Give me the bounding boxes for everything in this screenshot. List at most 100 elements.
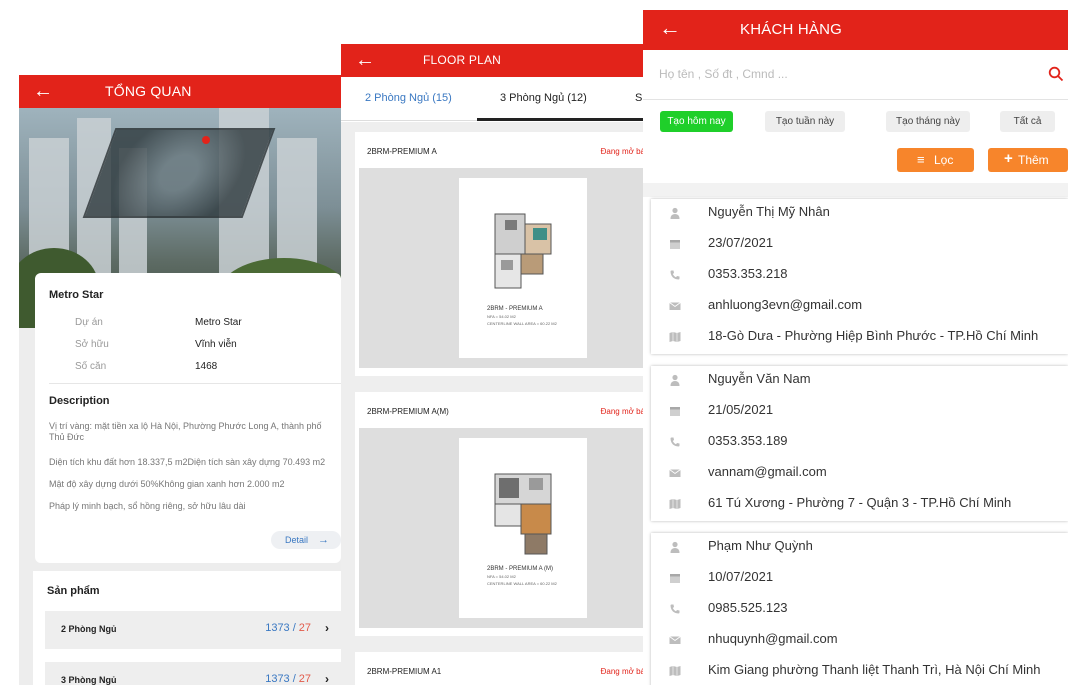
filter-chip-week[interactable]: Tạo tuần này bbox=[765, 111, 845, 132]
overview-appbar: ← TỔNG QUAN bbox=[19, 75, 341, 108]
calendar-icon bbox=[670, 574, 680, 583]
product-row[interactable]: 3 Phòng Ngủ 1373/27 › bbox=[45, 662, 341, 685]
floor-plan-name: 2BRM-PREMIUM A1 bbox=[367, 667, 442, 676]
product-label: 3 Phòng Ngủ bbox=[61, 675, 117, 685]
product-row[interactable]: 2 Phòng Ngủ 1373/27 › bbox=[45, 611, 341, 649]
info-value: Vĩnh viễn bbox=[195, 339, 237, 350]
customers-screen: ← KHÁCH HÀNG Tạo hôm nay Tạo tuần này Tạ… bbox=[643, 10, 1068, 685]
products-title: Sản phẩm bbox=[47, 585, 100, 597]
calendar-icon bbox=[670, 240, 680, 249]
floor-plan-card[interactable]: 2BRM-PREMIUM A(M) Đang mở bá 2BRM - PREM… bbox=[355, 392, 643, 636]
mail-icon bbox=[669, 302, 681, 310]
info-label: Sở hữu bbox=[75, 339, 109, 350]
search-bar bbox=[643, 50, 1068, 100]
mail-icon bbox=[669, 469, 681, 477]
caption-sub: CENTERLINE WALL AREA = 60.22 M2 bbox=[487, 321, 557, 326]
back-arrow-icon[interactable]: ← bbox=[355, 48, 375, 72]
floor-plan-image: 2BRM - PREMIUM A (M) NFA = 54.02 M2 CENT… bbox=[359, 428, 643, 628]
tab-2-bedroom[interactable]: 2 Phòng Ngủ (15) bbox=[365, 92, 452, 104]
floor-plan-appbar: ← FLOOR PLAN bbox=[341, 44, 643, 77]
tab-studio[interactable]: S bbox=[635, 92, 642, 104]
caption-title: 2BRM - PREMIUM A bbox=[487, 306, 543, 312]
info-label: Dự án bbox=[75, 317, 103, 328]
bedroom-tabs: 2 Phòng Ngủ (15) 3 Phòng Ngủ (12) S bbox=[341, 77, 643, 121]
chevron-right-icon: › bbox=[325, 672, 329, 685]
floor-plan-screen: ← FLOOR PLAN 2 Phòng Ngủ (15) 3 Phòng Ng… bbox=[341, 44, 643, 685]
customer-phone: 0353.353.218 bbox=[708, 266, 788, 281]
back-arrow-icon[interactable]: ← bbox=[659, 16, 681, 40]
phone-icon bbox=[670, 604, 680, 614]
status-badge: Đang mở bá bbox=[600, 407, 643, 416]
customer-date: 21/05/2021 bbox=[708, 402, 774, 417]
product-label: 2 Phòng Ngủ bbox=[61, 624, 117, 634]
floor-plan-card[interactable]: 2BRM-PREMIUM A1 Đang mở bá bbox=[355, 652, 643, 685]
floor-plan-card[interactable]: 2BRM-PREMIUM A Đang mở bá 2BRM - PREMIUM… bbox=[355, 132, 643, 376]
customer-address: 61 Tú Xương - Phường 7 - Quận 3 - TP.Hồ … bbox=[708, 495, 1012, 510]
tab-3-bedroom[interactable]: 3 Phòng Ngủ (12) bbox=[500, 92, 587, 104]
filter-chip-month[interactable]: Tạo tháng này bbox=[886, 111, 970, 132]
product-count: 1373/27 bbox=[265, 673, 311, 685]
filter-button-label: Lọc bbox=[934, 153, 954, 167]
floor-plan-image: 2BRM - PREMIUM A NFA = 54.02 M2 CENTERLI… bbox=[359, 168, 643, 368]
page-title: KHÁCH HÀNG bbox=[740, 21, 843, 38]
customer-date: 10/07/2021 bbox=[708, 569, 774, 584]
customer-phone: 0985.525.123 bbox=[708, 600, 788, 615]
customer-address: 18-Gò Dưa - Phường Hiệp Bình Phước - TP.… bbox=[708, 328, 1039, 343]
products-section: Sản phẩm 2 Phòng Ngủ 1373/27 › 3 Phòng N… bbox=[33, 571, 341, 685]
page-title: TỔNG QUAN bbox=[105, 83, 192, 99]
map-icon bbox=[669, 666, 681, 676]
caption-title: 2BRM - PREMIUM A (M) bbox=[487, 566, 554, 572]
phone-icon bbox=[670, 270, 680, 280]
customer-name: Nguyễn Văn Nam bbox=[708, 371, 811, 386]
filter-icon: ≡ bbox=[917, 152, 925, 167]
floor-plan-list: 2BRM-PREMIUM A Đang mở bá 2BRM - PREMIUM… bbox=[341, 122, 643, 685]
calendar-icon bbox=[670, 407, 680, 416]
customer-date: 23/07/2021 bbox=[708, 235, 774, 250]
customer-phone: 0353.353.189 bbox=[708, 433, 788, 448]
page-title: FLOOR PLAN bbox=[423, 53, 502, 67]
detail-label: Detail bbox=[285, 535, 309, 545]
filter-chip-today[interactable]: Tạo hôm nay bbox=[660, 111, 733, 132]
customer-card[interactable]: Nguyễn Thị Mỹ Nhân 23/07/2021 0353.353.2… bbox=[651, 199, 1068, 354]
tab-indicator bbox=[477, 118, 643, 121]
filter-button[interactable]: ≡ Lọc bbox=[897, 148, 974, 172]
info-label: Số căn bbox=[75, 361, 107, 372]
search-icon[interactable] bbox=[1048, 66, 1064, 82]
back-arrow-icon[interactable]: ← bbox=[33, 79, 53, 103]
customer-address: Kim Giang phường Thanh liệt Thanh Trì, H… bbox=[708, 662, 1041, 677]
status-badge: Đang mở bá bbox=[600, 667, 643, 676]
add-button-label: Thêm bbox=[1018, 153, 1049, 167]
info-value: Metro Star bbox=[195, 317, 242, 328]
divider bbox=[643, 183, 1068, 197]
person-icon bbox=[670, 541, 680, 553]
customer-name: Nguyễn Thị Mỹ Nhân bbox=[708, 204, 830, 219]
caption-sub: CENTERLINE WALL AREA = 60.22 M2 bbox=[487, 581, 557, 586]
chevron-right-icon: › bbox=[325, 621, 329, 635]
floor-plan-drawing bbox=[494, 473, 552, 555]
mail-icon bbox=[669, 636, 681, 644]
customer-email: anhluong3evn@gmail.com bbox=[708, 297, 863, 312]
product-count: 1373/27 bbox=[265, 622, 311, 634]
search-input[interactable] bbox=[659, 64, 1019, 84]
arrow-right-icon: → bbox=[318, 534, 330, 546]
add-button[interactable]: + Thêm bbox=[988, 148, 1068, 172]
floor-plan-name: 2BRM-PREMIUM A bbox=[367, 147, 437, 156]
description-text: Vị trí vàng: mặt tiền xa lộ Hà Nội, Phườ… bbox=[49, 421, 322, 442]
floor-plan-drawing bbox=[494, 213, 552, 289]
description-text: Diện tích khu đất hơn 18.337,5 m2Diện tí… bbox=[49, 457, 326, 467]
customer-card[interactable]: Phạm Như Quỳnh 10/07/2021 0985.525.123 n… bbox=[651, 533, 1068, 685]
filter-chip-all[interactable]: Tất cả bbox=[1000, 111, 1055, 132]
project-info-card: Metro Star Dự án Metro Star Sở hữu Vĩnh … bbox=[35, 273, 341, 563]
customer-card[interactable]: Nguyễn Văn Nam 21/05/2021 0353.353.189 v… bbox=[651, 366, 1068, 521]
product-total: 1373 bbox=[265, 673, 290, 685]
map-icon bbox=[669, 499, 681, 509]
plus-icon: + bbox=[1004, 150, 1013, 167]
info-value: 1468 bbox=[195, 361, 218, 372]
product-available: 27 bbox=[298, 622, 311, 634]
detail-button[interactable]: Detail → bbox=[271, 531, 341, 549]
customers-appbar: ← KHÁCH HÀNG bbox=[643, 10, 1068, 50]
description-text: Mật độ xây dựng dưới 50%Không gian xanh … bbox=[49, 479, 285, 489]
floor-plan-caption: 2BRM - PREMIUM A NFA = 54.02 M2 CENTERLI… bbox=[487, 306, 577, 327]
overview-screen: ← TỔNG QUAN Metro Star Dự án Metro Star … bbox=[19, 75, 341, 685]
customer-email: nhuquynh@gmail.com bbox=[708, 631, 838, 646]
